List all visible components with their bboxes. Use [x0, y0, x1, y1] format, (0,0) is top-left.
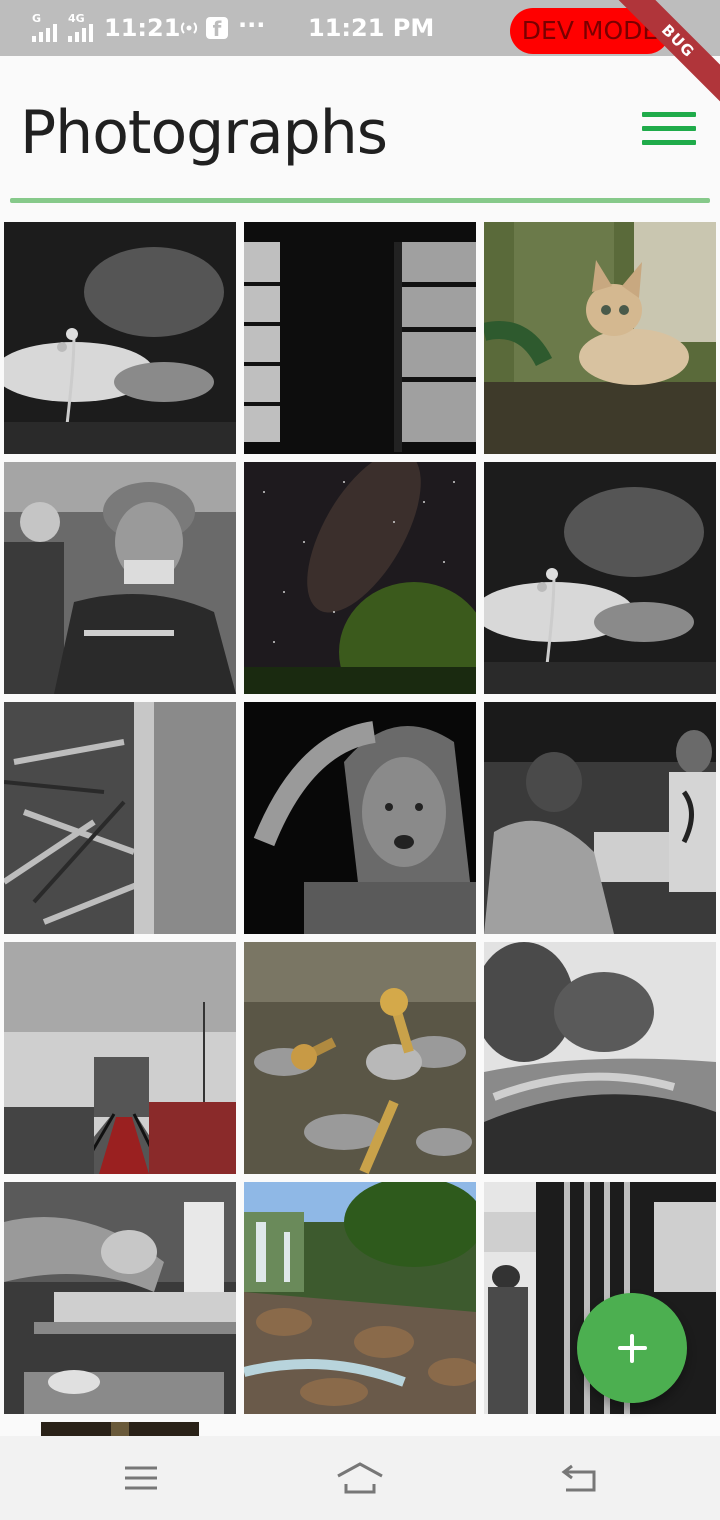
photo-tile[interactable]	[4, 462, 236, 694]
photo-tile[interactable]	[244, 702, 476, 934]
more-notifications-icon: ···	[238, 11, 266, 39]
photo-tile[interactable]	[4, 942, 236, 1174]
facebook-icon: f	[206, 17, 228, 41]
photo-tile[interactable]	[244, 1182, 476, 1414]
photo-tile[interactable]	[484, 462, 716, 694]
menu-icon[interactable]	[116, 1458, 166, 1498]
status-time-center: 11:21 PM	[308, 14, 435, 42]
photo-tile[interactable]	[484, 702, 716, 934]
photo-tile[interactable]	[484, 222, 716, 454]
photo-tile[interactable]	[484, 942, 716, 1174]
hotspot-icon	[178, 16, 200, 46]
page-title: Photographs	[20, 98, 388, 168]
photo-tile[interactable]	[244, 942, 476, 1174]
photo-tile[interactable]	[244, 462, 476, 694]
back-icon[interactable]	[554, 1458, 604, 1498]
photo-tile-partial[interactable]	[41, 1422, 199, 1436]
status-time: 11:21	[104, 14, 181, 42]
app-header: Photographs	[0, 56, 720, 206]
hamburger-menu-icon[interactable]	[636, 108, 702, 152]
add-photo-button[interactable]	[577, 1293, 687, 1403]
system-nav-bar	[0, 1436, 720, 1520]
photo-tile[interactable]	[4, 1182, 236, 1414]
photo-tile[interactable]	[4, 222, 236, 454]
header-divider	[10, 198, 710, 203]
status-bar: G 4G 11:21 f ··· 11:21 PM DEV MODE	[0, 0, 720, 56]
home-icon[interactable]	[335, 1458, 385, 1498]
photo-grid	[0, 218, 720, 1436]
photo-tile[interactable]	[244, 222, 476, 454]
photo-tile[interactable]	[4, 702, 236, 934]
